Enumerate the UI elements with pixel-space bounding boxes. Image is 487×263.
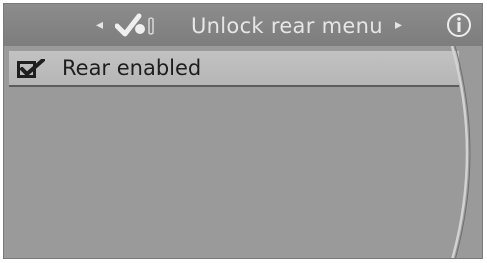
header-bar: ◂ Unlock rear menu ▸: [4, 4, 482, 46]
info-icon[interactable]: [445, 11, 473, 39]
menu-item-label: Rear enabled: [62, 56, 202, 80]
checkmark-settings-icon: [115, 13, 154, 37]
page-title: Unlock rear menu: [191, 14, 383, 38]
menu-item-rear-enabled[interactable]: Rear enabled: [9, 51, 459, 87]
display-screen: ◂ Unlock rear menu ▸ Rear enabled: [3, 3, 483, 259]
checkbox-checked-icon[interactable]: [17, 59, 45, 79]
chevron-right-icon[interactable]: ▸: [395, 15, 402, 35]
chevron-left-icon[interactable]: ◂: [96, 15, 103, 35]
scroll-arc: [450, 46, 471, 258]
